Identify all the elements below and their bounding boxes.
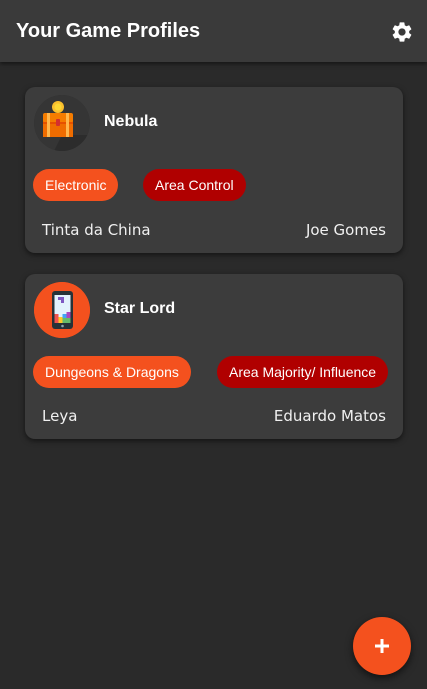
settings-button[interactable] xyxy=(389,19,415,45)
tag-chip-mechanic[interactable]: Area Control xyxy=(143,169,246,201)
gear-icon xyxy=(392,22,412,42)
profile-name: Star Lord xyxy=(104,300,176,317)
profile-card-star-lord[interactable]: Star Lord Dungeons & Dragons Area Majori… xyxy=(25,274,403,439)
publisher-label: Leya xyxy=(42,407,78,425)
app-bar: Your Game Profiles xyxy=(0,0,427,62)
add-icon xyxy=(375,639,389,653)
tag-chip-mechanic[interactable]: Area Majority/ Influence xyxy=(217,356,389,388)
designer-label: Joe Gomes xyxy=(305,221,386,239)
avatar xyxy=(34,282,90,338)
designer-label: Eduardo Matos xyxy=(273,407,386,425)
tetris-phone-icon xyxy=(34,282,90,338)
profile-card-nebula[interactable]: Nebula Electronic Area Control Tinta da … xyxy=(25,87,403,253)
page-title: Your Game Profiles xyxy=(16,20,201,42)
profile-name: Nebula xyxy=(104,113,158,130)
tag-chip-genre[interactable]: Electronic xyxy=(33,169,119,201)
tag-chip-genre[interactable]: Dungeons & Dragons xyxy=(33,356,191,388)
publisher-label: Tinta da China xyxy=(42,221,151,239)
add-profile-button[interactable] xyxy=(353,617,411,675)
treasure-chest-icon xyxy=(34,95,90,151)
avatar xyxy=(34,95,90,151)
